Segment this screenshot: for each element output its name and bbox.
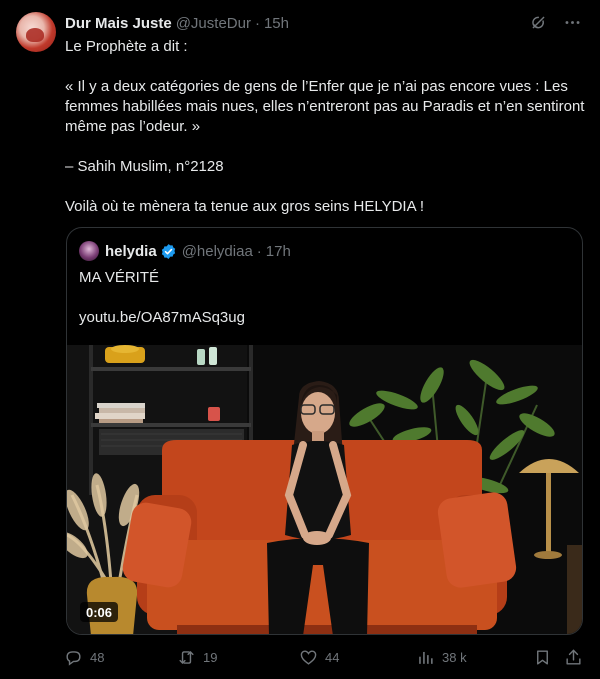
tweet-header: Dur Mais Juste @JusteDur · 15h [65, 13, 289, 33]
quoted-time[interactable]: 17h [266, 243, 291, 260]
heart-icon [300, 649, 317, 665]
repost-icon [179, 650, 194, 664]
like-button[interactable]: 44 [299, 646, 339, 668]
repost-count: 19 [203, 649, 218, 665]
reply-count: 48 [90, 649, 105, 665]
author-avatar[interactable] [16, 12, 56, 52]
author-handle[interactable]: @JusteDur [176, 15, 251, 32]
verified-badge-icon [160, 243, 177, 260]
author-name[interactable]: Dur Mais Juste [65, 15, 172, 32]
tweet-actions: 48 19 44 38 k [64, 646, 584, 668]
video-duration: 0:06 [80, 602, 119, 622]
repost-button[interactable]: 19 [177, 646, 217, 668]
tweet-time[interactable]: 15h [264, 15, 289, 32]
quoted-text: MA VÉRITÉ youtu.be/OA87mASq3ug [79, 268, 245, 328]
quoted-separator: · [256, 242, 262, 260]
bookmark-button[interactable] [533, 646, 552, 668]
views-button[interactable]: 38 k [416, 646, 467, 668]
share-button[interactable] [564, 646, 583, 668]
grok-icon[interactable] [528, 12, 548, 32]
quoted-author-handle[interactable]: @helydiaa [182, 243, 253, 260]
quoted-author-avatar[interactable] [79, 241, 99, 261]
video-thumbnail [67, 345, 582, 634]
text-line: Voilà où te mènera ta tenue aux gros sei… [65, 198, 425, 215]
header-actions [528, 12, 582, 32]
text-line: Le Prophète a dit : [65, 38, 188, 55]
header-separator: · [254, 14, 260, 32]
more-icon[interactable] [562, 12, 582, 32]
bookmark-icon [537, 649, 548, 665]
text-line: « Il y a deux catégories de gens de l’En… [65, 78, 585, 135]
reply-icon [66, 650, 81, 666]
quoted-text-line: MA VÉRITÉ [79, 269, 160, 286]
views-count: 38 k [442, 649, 467, 665]
quoted-link[interactable]: youtu.be/OA87mASq3ug [79, 308, 245, 328]
share-icon [566, 649, 581, 665]
quoted-header: helydia @helydiaa · 17h [105, 241, 291, 261]
views-icon [419, 651, 433, 664]
text-line: – Sahih Muslim, n°2128 [65, 158, 224, 175]
like-count: 44 [325, 649, 340, 665]
video-player[interactable]: 0:06 [67, 345, 582, 634]
quoted-author-name[interactable]: helydia [105, 243, 157, 260]
reply-button[interactable]: 48 [64, 646, 104, 668]
tweet-text: Le Prophète a dit : « Il y a deux catégo… [65, 37, 585, 217]
quoted-tweet[interactable]: helydia @helydiaa · 17h MA VÉRITÉ youtu.… [66, 227, 583, 635]
tweet[interactable]: Dur Mais Juste @JusteDur · 15h Le Prophè… [0, 0, 600, 679]
